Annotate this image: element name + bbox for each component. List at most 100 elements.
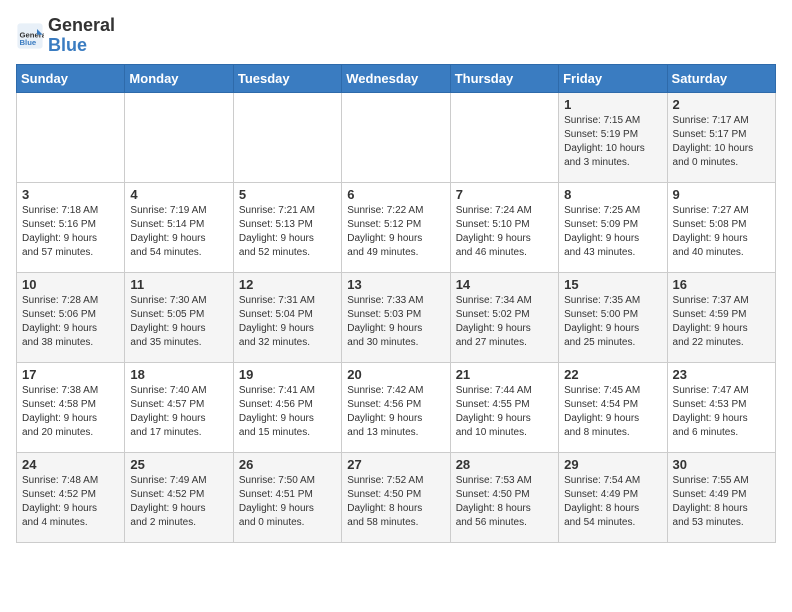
day-number: 22 <box>564 367 661 382</box>
calendar-cell <box>17 92 125 182</box>
day-info: Sunrise: 7:28 AM Sunset: 5:06 PM Dayligh… <box>22 294 119 350</box>
day-number: 27 <box>347 457 444 472</box>
calendar-cell: 15 Sunrise: 7:35 AM Sunset: 5:00 PM Dayli… <box>559 272 667 362</box>
calendar-week-1: 1 Sunrise: 7:15 AM Sunset: 5:19 PM Daylig… <box>17 92 776 182</box>
day-number: 5 <box>239 187 336 202</box>
logo-icon: General Blue <box>16 22 44 50</box>
day-info: Sunrise: 7:37 AM Sunset: 4:59 PM Dayligh… <box>673 294 770 350</box>
day-info: Sunrise: 7:52 AM Sunset: 4:50 PM Dayligh… <box>347 474 444 530</box>
day-info: Sunrise: 7:31 AM Sunset: 5:04 PM Dayligh… <box>239 294 336 350</box>
day-number: 24 <box>22 457 119 472</box>
day-info: Sunrise: 7:30 AM Sunset: 5:05 PM Dayligh… <box>130 294 227 350</box>
day-info: Sunrise: 7:38 AM Sunset: 4:58 PM Dayligh… <box>22 384 119 440</box>
calendar-cell: 14 Sunrise: 7:34 AM Sunset: 5:02 PM Dayli… <box>450 272 558 362</box>
day-number: 9 <box>673 187 770 202</box>
weekday-header-thursday: Thursday <box>450 64 558 92</box>
day-number: 7 <box>456 187 553 202</box>
day-number: 14 <box>456 277 553 292</box>
day-info: Sunrise: 7:41 AM Sunset: 4:56 PM Dayligh… <box>239 384 336 440</box>
day-number: 26 <box>239 457 336 472</box>
day-number: 3 <box>22 187 119 202</box>
day-info: Sunrise: 7:34 AM Sunset: 5:02 PM Dayligh… <box>456 294 553 350</box>
day-info: Sunrise: 7:15 AM Sunset: 5:19 PM Dayligh… <box>564 114 661 170</box>
day-number: 12 <box>239 277 336 292</box>
day-info: Sunrise: 7:27 AM Sunset: 5:08 PM Dayligh… <box>673 204 770 260</box>
day-info: Sunrise: 7:50 AM Sunset: 4:51 PM Dayligh… <box>239 474 336 530</box>
calendar-cell: 30Sunrise: 7:55 AM Sunset: 4:49 PM Dayli… <box>667 452 775 542</box>
calendar-cell <box>450 92 558 182</box>
day-info: Sunrise: 7:47 AM Sunset: 4:53 PM Dayligh… <box>673 384 770 440</box>
calendar-cell: 9 Sunrise: 7:27 AM Sunset: 5:08 PM Daylig… <box>667 182 775 272</box>
calendar-cell <box>125 92 233 182</box>
calendar-cell: 23 Sunrise: 7:47 AM Sunset: 4:53 PM Dayli… <box>667 362 775 452</box>
calendar-cell: 28 Sunrise: 7:53 AM Sunset: 4:50 PM Dayli… <box>450 452 558 542</box>
calendar-cell: 27 Sunrise: 7:52 AM Sunset: 4:50 PM Dayli… <box>342 452 450 542</box>
day-number: 8 <box>564 187 661 202</box>
calendar-cell: 1 Sunrise: 7:15 AM Sunset: 5:19 PM Daylig… <box>559 92 667 182</box>
calendar-week-5: 24Sunrise: 7:48 AM Sunset: 4:52 PM Dayli… <box>17 452 776 542</box>
day-number: 4 <box>130 187 227 202</box>
day-number: 25 <box>130 457 227 472</box>
weekday-header-sunday: Sunday <box>17 64 125 92</box>
calendar-cell: 10 Sunrise: 7:28 AM Sunset: 5:06 PM Dayli… <box>17 272 125 362</box>
calendar-cell: 8 Sunrise: 7:25 AM Sunset: 5:09 PM Daylig… <box>559 182 667 272</box>
page-header: General Blue GeneralBlue <box>16 16 776 56</box>
calendar-cell: 13 Sunrise: 7:33 AM Sunset: 5:03 PM Dayli… <box>342 272 450 362</box>
day-number: 11 <box>130 277 227 292</box>
calendar-cell: 12 Sunrise: 7:31 AM Sunset: 5:04 PM Dayli… <box>233 272 341 362</box>
calendar-cell: 17 Sunrise: 7:38 AM Sunset: 4:58 PM Dayli… <box>17 362 125 452</box>
day-info: Sunrise: 7:45 AM Sunset: 4:54 PM Dayligh… <box>564 384 661 440</box>
day-info: Sunrise: 7:25 AM Sunset: 5:09 PM Dayligh… <box>564 204 661 260</box>
day-number: 21 <box>456 367 553 382</box>
day-info: Sunrise: 7:44 AM Sunset: 4:55 PM Dayligh… <box>456 384 553 440</box>
day-number: 23 <box>673 367 770 382</box>
calendar-cell: 16 Sunrise: 7:37 AM Sunset: 4:59 PM Dayli… <box>667 272 775 362</box>
calendar-week-2: 3Sunrise: 7:18 AM Sunset: 5:16 PM Daylig… <box>17 182 776 272</box>
calendar-cell: 11 Sunrise: 7:30 AM Sunset: 5:05 PM Dayli… <box>125 272 233 362</box>
day-number: 10 <box>22 277 119 292</box>
day-number: 13 <box>347 277 444 292</box>
day-info: Sunrise: 7:35 AM Sunset: 5:00 PM Dayligh… <box>564 294 661 350</box>
weekday-header-saturday: Saturday <box>667 64 775 92</box>
day-info: Sunrise: 7:33 AM Sunset: 5:03 PM Dayligh… <box>347 294 444 350</box>
day-info: Sunrise: 7:40 AM Sunset: 4:57 PM Dayligh… <box>130 384 227 440</box>
calendar-cell: 25 Sunrise: 7:49 AM Sunset: 4:52 PM Dayli… <box>125 452 233 542</box>
day-number: 6 <box>347 187 444 202</box>
day-info: Sunrise: 7:53 AM Sunset: 4:50 PM Dayligh… <box>456 474 553 530</box>
svg-text:Blue: Blue <box>20 38 37 47</box>
day-info: Sunrise: 7:49 AM Sunset: 4:52 PM Dayligh… <box>130 474 227 530</box>
day-number: 29 <box>564 457 661 472</box>
day-number: 18 <box>130 367 227 382</box>
day-number: 1 <box>564 97 661 112</box>
day-number: 16 <box>673 277 770 292</box>
weekday-header-tuesday: Tuesday <box>233 64 341 92</box>
calendar-cell: 24Sunrise: 7:48 AM Sunset: 4:52 PM Dayli… <box>17 452 125 542</box>
calendar-cell: 3Sunrise: 7:18 AM Sunset: 5:16 PM Daylig… <box>17 182 125 272</box>
day-number: 15 <box>564 277 661 292</box>
day-info: Sunrise: 7:19 AM Sunset: 5:14 PM Dayligh… <box>130 204 227 260</box>
calendar-cell: 19 Sunrise: 7:41 AM Sunset: 4:56 PM Dayli… <box>233 362 341 452</box>
calendar-cell: 29 Sunrise: 7:54 AM Sunset: 4:49 PM Dayli… <box>559 452 667 542</box>
logo-text: GeneralBlue <box>48 16 115 56</box>
calendar-cell <box>342 92 450 182</box>
calendar-cell: 18 Sunrise: 7:40 AM Sunset: 4:57 PM Dayli… <box>125 362 233 452</box>
calendar-cell: 6Sunrise: 7:22 AM Sunset: 5:12 PM Daylig… <box>342 182 450 272</box>
day-info: Sunrise: 7:54 AM Sunset: 4:49 PM Dayligh… <box>564 474 661 530</box>
day-number: 19 <box>239 367 336 382</box>
day-info: Sunrise: 7:24 AM Sunset: 5:10 PM Dayligh… <box>456 204 553 260</box>
calendar-cell: 7 Sunrise: 7:24 AM Sunset: 5:10 PM Daylig… <box>450 182 558 272</box>
calendar-cell: 2Sunrise: 7:17 AM Sunset: 5:17 PM Daylig… <box>667 92 775 182</box>
day-info: Sunrise: 7:55 AM Sunset: 4:49 PM Dayligh… <box>673 474 770 530</box>
calendar-cell: 26 Sunrise: 7:50 AM Sunset: 4:51 PM Dayli… <box>233 452 341 542</box>
weekday-header-friday: Friday <box>559 64 667 92</box>
calendar-cell: 4 Sunrise: 7:19 AM Sunset: 5:14 PM Daylig… <box>125 182 233 272</box>
day-number: 17 <box>22 367 119 382</box>
weekday-header-monday: Monday <box>125 64 233 92</box>
logo: General Blue GeneralBlue <box>16 16 115 56</box>
day-info: Sunrise: 7:17 AM Sunset: 5:17 PM Dayligh… <box>673 114 770 170</box>
weekday-header-wednesday: Wednesday <box>342 64 450 92</box>
calendar-table: SundayMondayTuesdayWednesdayThursdayFrid… <box>16 64 776 543</box>
calendar-cell: 20Sunrise: 7:42 AM Sunset: 4:56 PM Dayli… <box>342 362 450 452</box>
day-number: 28 <box>456 457 553 472</box>
day-info: Sunrise: 7:42 AM Sunset: 4:56 PM Dayligh… <box>347 384 444 440</box>
